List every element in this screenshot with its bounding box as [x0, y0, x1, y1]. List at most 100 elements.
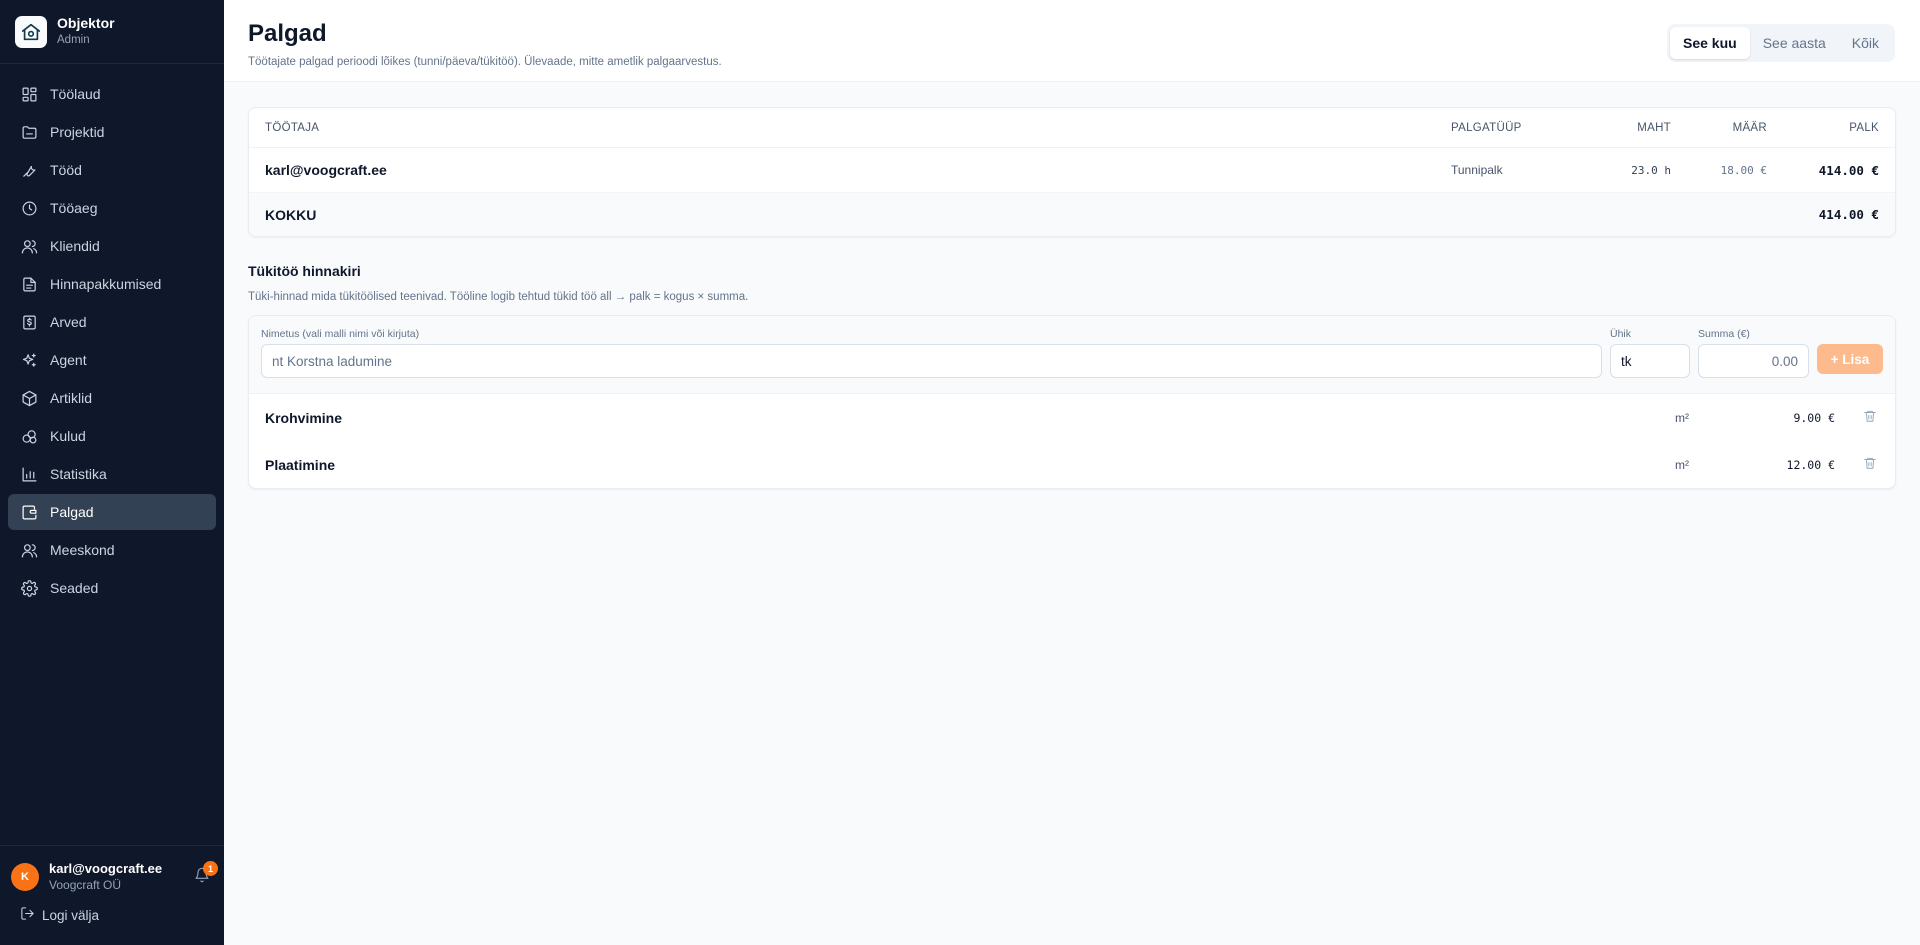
user-company: Voogcraft OÜ	[49, 878, 122, 892]
column-header-volume: MAHT	[1637, 121, 1671, 134]
logout-icon	[20, 906, 42, 924]
period-switcher: See kuu See aasta Kõik	[1667, 24, 1895, 62]
employee-email: karl@voogcraft.ee	[265, 162, 387, 178]
item-name: Krohvimine	[265, 409, 343, 426]
sum-label: Summa (€)	[1698, 328, 1750, 340]
sum-input[interactable]	[1698, 344, 1809, 378]
gear-icon	[20, 579, 38, 597]
unit-input[interactable]	[1610, 344, 1690, 378]
nav-item-statistika[interactable]: Statistika	[8, 456, 216, 492]
nav-label: Statistika	[50, 466, 107, 482]
wages-table: TÖÖTAJA PALGATÜÜP MAHT MÄÄR PALK karl@vo…	[248, 107, 1896, 237]
wrench-icon	[20, 161, 38, 179]
dashboard-icon	[20, 85, 38, 103]
nav-label: Palgad	[50, 504, 94, 520]
delete-button[interactable]	[1835, 409, 1895, 426]
users-icon	[20, 237, 38, 255]
package-icon	[20, 389, 38, 407]
name-input[interactable]	[261, 344, 1602, 378]
nav-item-meeskond[interactable]: Meeskond	[8, 532, 216, 568]
sidebar-footer: K karl@voogcraft.ee Voogcraft OÜ 1 Logi …	[0, 845, 224, 945]
column-header-employee: TÖÖTAJA	[265, 121, 320, 134]
document-icon	[20, 275, 38, 293]
main-nav: Töölaud Projektid Tööd Tööaeg Kliendid H…	[0, 64, 224, 606]
nav-label: Töölaud	[50, 86, 101, 102]
sparkles-icon	[20, 351, 38, 369]
nav-label: Meeskond	[50, 542, 115, 558]
nav-label: Seaded	[50, 580, 99, 596]
trash-icon	[1863, 456, 1877, 473]
logout-label: Logi välja	[42, 907, 100, 923]
item-unit: m²	[1675, 410, 1689, 425]
wage-type: Tunnipalk	[1451, 163, 1503, 177]
item-name: Plaatimine	[265, 456, 336, 473]
nav-item-arved[interactable]: Arved	[8, 304, 216, 340]
add-price-form: Nimetus (vali malli nimi või kirjuta) Üh…	[249, 316, 1895, 394]
price-list-card: Nimetus (vali malli nimi või kirjuta) Üh…	[248, 315, 1896, 489]
nav-label: Tööaeg	[50, 200, 98, 216]
bar-chart-icon	[20, 465, 38, 483]
list-item: Plaatimine m² 12.00 €	[249, 441, 1895, 488]
nav-label: Tööd	[50, 162, 82, 178]
brand[interactable]: Objektor Admin	[0, 0, 224, 64]
nav-item-agent[interactable]: Agent	[8, 342, 216, 378]
sidebar: Objektor Admin Töölaud Projektid Tööd Tö…	[0, 0, 224, 945]
period-all-button[interactable]: Kõik	[1839, 27, 1892, 59]
trash-icon	[1863, 409, 1877, 426]
main-content: Palgad Töötajate palgad perioodi lõikes …	[224, 0, 1920, 945]
coins-icon	[20, 427, 38, 445]
clock-icon	[20, 199, 38, 217]
user-profile[interactable]: K karl@voogcraft.ee Voogcraft OÜ 1	[0, 846, 224, 894]
nav-label: Arved	[50, 314, 87, 330]
item-sum: 12.00 €	[1786, 457, 1835, 472]
nav-item-toolaud[interactable]: Töölaud	[8, 76, 216, 112]
nav-item-tooaeg[interactable]: Tööaeg	[8, 190, 216, 226]
column-header-type: PALGATÜÜP	[1451, 121, 1522, 134]
add-button[interactable]: + Lisa	[1817, 344, 1883, 374]
nav-item-hinnapakkumised[interactable]: Hinnapakkumised	[8, 266, 216, 302]
total-wage: 414.00 €	[1818, 207, 1879, 222]
brand-name: Objektor	[57, 15, 115, 31]
delete-button[interactable]	[1835, 456, 1895, 473]
nav-item-kliendid[interactable]: Kliendid	[8, 228, 216, 264]
notification-badge: 1	[203, 861, 218, 876]
wage-rate: 18.00 €	[1720, 163, 1767, 177]
total-label: KOKKU	[265, 206, 317, 223]
team-icon	[20, 541, 38, 559]
nav-label: Artiklid	[50, 390, 93, 406]
table-row: karl@voogcraft.ee Tunnipalk 23.0 h 18.00…	[249, 148, 1895, 192]
period-this-month-button[interactable]: See kuu	[1670, 27, 1750, 59]
notifications-button[interactable]: 1	[191, 861, 218, 888]
nav-item-tood[interactable]: Tööd	[8, 152, 216, 188]
name-label: Nimetus (vali malli nimi või kirjuta)	[261, 328, 420, 340]
period-this-year-button[interactable]: See aasta	[1750, 27, 1839, 59]
list-item: Krohvimine m² 9.00 €	[249, 394, 1895, 441]
nav-item-kulud[interactable]: Kulud	[8, 418, 216, 454]
item-sum: 9.00 €	[1793, 410, 1835, 425]
avatar: K	[11, 863, 39, 891]
nav-item-projektid[interactable]: Projektid	[8, 114, 216, 150]
nav-label: Hinnapakkumised	[50, 276, 162, 292]
wages-table-header: TÖÖTAJA PALGATÜÜP MAHT MÄÄR PALK	[249, 108, 1895, 148]
wages-total-row: KOKKU 414.00 €	[249, 192, 1895, 236]
price-list-title: Tükitöö hinnakiri	[248, 263, 361, 279]
nav-label: Agent	[50, 352, 87, 368]
nav-label: Kliendid	[50, 238, 100, 254]
brand-role: Admin	[57, 34, 90, 46]
nav-item-artiklid[interactable]: Artiklid	[8, 380, 216, 416]
nav-item-palgad[interactable]: Palgad	[8, 494, 216, 530]
wage-volume: 23.0 h	[1631, 163, 1671, 177]
house-logo-icon	[15, 15, 47, 48]
folder-icon	[20, 123, 38, 141]
item-unit: m²	[1675, 457, 1689, 472]
logout-button[interactable]: Logi välja	[0, 894, 224, 924]
nav-label: Kulud	[50, 428, 86, 444]
column-header-wage: PALK	[1849, 121, 1879, 134]
nav-label: Projektid	[50, 124, 105, 140]
column-header-rate: MÄÄR	[1732, 121, 1767, 134]
unit-label: Ühik	[1610, 328, 1632, 340]
wage-amount: 414.00 €	[1818, 162, 1879, 178]
page-header: Palgad Töötajate palgad perioodi lõikes …	[224, 0, 1920, 82]
user-email: karl@voogcraft.ee	[49, 861, 163, 876]
nav-item-seaded[interactable]: Seaded	[8, 570, 216, 606]
